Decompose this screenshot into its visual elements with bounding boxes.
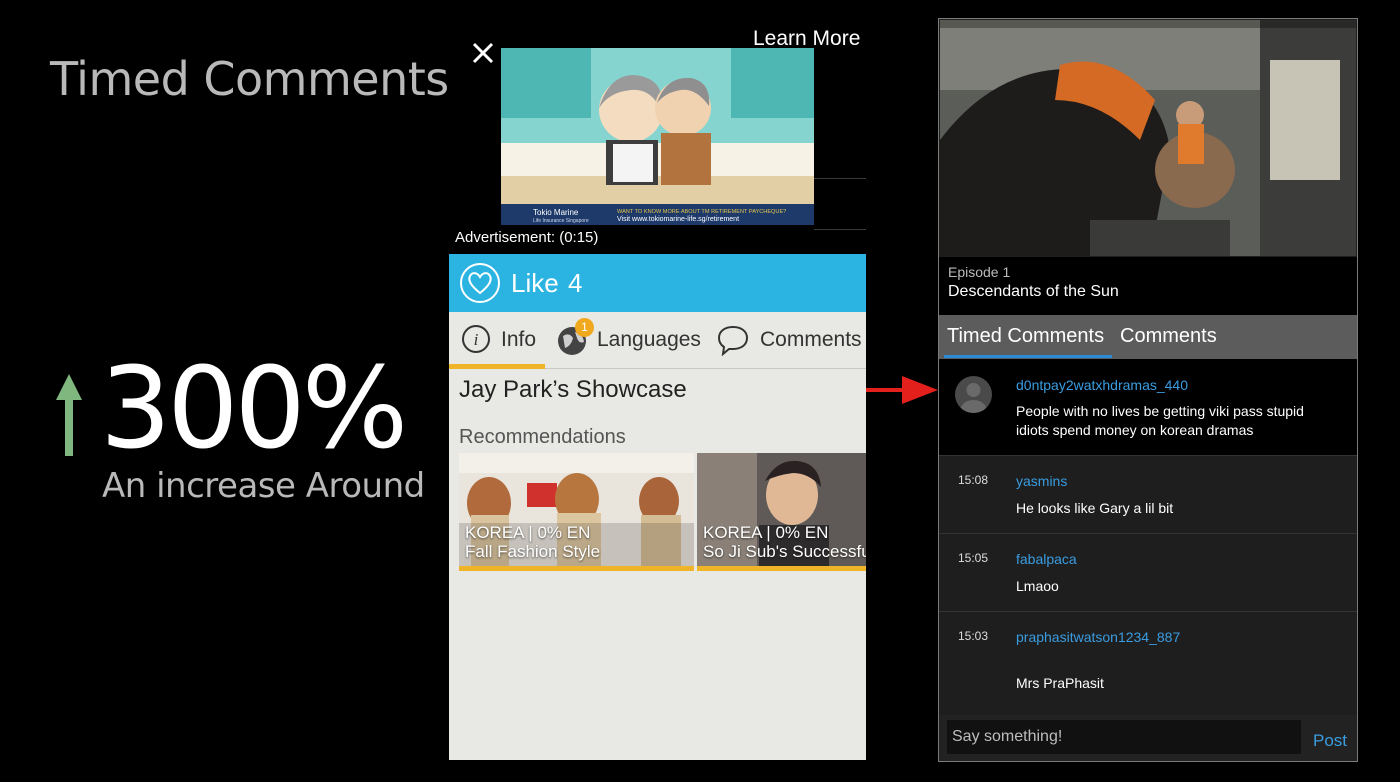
comment-text: People with no lives be getting viki pas… <box>1016 403 1304 438</box>
red-arrow-icon <box>866 376 938 404</box>
like-label: Like <box>511 268 559 298</box>
comment-item[interactable]: 15:08 yasmins He looks like Gary a lil b… <box>939 456 1357 534</box>
player-panel: Episode 1 Descendants of the Sun Timed C… <box>938 18 1358 762</box>
comment-text: He looks like Gary a lil bit <box>1016 500 1174 516</box>
ad-banner-line1: WANT TO KNOW MORE ABOUT TM RETIREMENT PA… <box>617 209 786 215</box>
divider <box>814 229 866 230</box>
comment-item[interactable]: 15:03 praphasitwatson1234_887 Mrs PraPha… <box>939 612 1357 715</box>
recommendation-card[interactable]: KOREA | 0% EN So Ji Sub's Successful <box>697 453 866 571</box>
recommendation-meta: KOREA | 0% EN <box>703 523 829 542</box>
tab-comments-label: Comments <box>760 328 862 351</box>
app-panel: Like 4 i Info 1 Languages Comments Jay P… <box>449 254 866 760</box>
active-tab-indicator <box>449 364 545 369</box>
recommendation-card[interactable]: KOREA | 0% EN Fall Fashion Style <box>459 453 694 571</box>
comment-text: Lmaoo <box>1016 578 1059 594</box>
tab-timed-comments[interactable]: Timed Comments <box>947 325 1104 348</box>
tab-info-label: Info <box>501 328 537 351</box>
recommendations-heading: Recommendations <box>459 426 626 448</box>
svg-text:i: i <box>474 330 479 349</box>
tab-info[interactable]: i Info <box>449 312 545 369</box>
ad-brand: Tokio Marine <box>533 208 579 217</box>
post-button[interactable]: Post <box>1313 731 1347 751</box>
ad-video[interactable]: Tokio Marine Life Insurance Singapore WA… <box>501 48 814 225</box>
comment-username[interactable]: fabalpaca <box>1016 551 1077 567</box>
recommendation-progress-bar <box>697 566 866 571</box>
speech-bubble-icon <box>717 325 749 356</box>
tab-bar: i Info 1 Languages Comments <box>449 312 866 369</box>
like-count: 4 <box>568 268 583 298</box>
ad-timer: Advertisement: (0:15) <box>455 229 599 246</box>
active-tab-indicator <box>944 355 1112 358</box>
comment-item[interactable]: d0ntpay2watxhdramas_440 People with no l… <box>939 359 1357 456</box>
video-frame-image <box>940 20 1356 256</box>
recommendation-progress-bar <box>459 566 694 571</box>
info-icon: i <box>462 325 490 353</box>
tab-languages[interactable]: 1 Languages <box>553 312 703 369</box>
comment-timestamp[interactable]: 15:08 <box>958 473 988 487</box>
comment-timestamp[interactable]: 15:03 <box>958 629 988 643</box>
tab-comments[interactable]: Comments <box>1120 325 1217 348</box>
like-bar: Like 4 <box>449 254 866 312</box>
recommendation-title: So Ji Sub's Successful <box>703 542 866 561</box>
comment-tabs: Timed Comments Comments <box>939 315 1357 359</box>
user-avatar-icon <box>960 383 987 413</box>
video-player[interactable] <box>940 20 1356 256</box>
close-icon[interactable] <box>470 40 496 66</box>
ad-banner-line2: Visit www.tokiomarine-life.sg/retirement <box>617 216 739 223</box>
comment-input-bar: Post <box>939 715 1357 761</box>
promo-title: Timed Comments <box>50 52 449 106</box>
avatar[interactable] <box>955 376 992 413</box>
up-arrow-icon <box>56 374 82 456</box>
comment-input[interactable] <box>947 720 1301 754</box>
tab-comments[interactable]: Comments <box>713 312 866 369</box>
like-button[interactable] <box>460 263 500 303</box>
stat-caption: An increase Around <box>102 466 425 506</box>
comment-username[interactable]: d0ntpay2watxhdramas_440 <box>1016 377 1188 393</box>
comment-timestamp[interactable]: 15:05 <box>958 551 988 565</box>
stat-number: 300% <box>100 344 408 474</box>
tab-languages-label: Languages <box>597 328 701 351</box>
recommendation-meta: KOREA | 0% EN <box>465 523 591 542</box>
episode-number: Episode 1 <box>948 264 1011 280</box>
show-title: Jay Park’s Showcase <box>459 376 687 403</box>
episode-title: Descendants of the Sun <box>948 283 1119 300</box>
ad-brand-sub: Life Insurance Singapore <box>533 218 589 224</box>
recommendation-title: Fall Fashion Style <box>465 542 601 561</box>
languages-badge: 1 <box>575 318 594 337</box>
divider <box>814 178 866 179</box>
comment-text: Mrs PraPhasit <box>1016 675 1104 691</box>
comment-item[interactable]: 15:05 fabalpaca Lmaoo <box>939 534 1357 612</box>
comment-username[interactable]: yasmins <box>1016 473 1067 489</box>
comment-username[interactable]: praphasitwatson1234_887 <box>1016 629 1180 645</box>
ad-cartoon-image: Tokio Marine Life Insurance Singapore WA… <box>501 48 814 225</box>
episode-header: Episode 1 Descendants of the Sun <box>939 257 1357 315</box>
heart-icon <box>468 272 492 295</box>
